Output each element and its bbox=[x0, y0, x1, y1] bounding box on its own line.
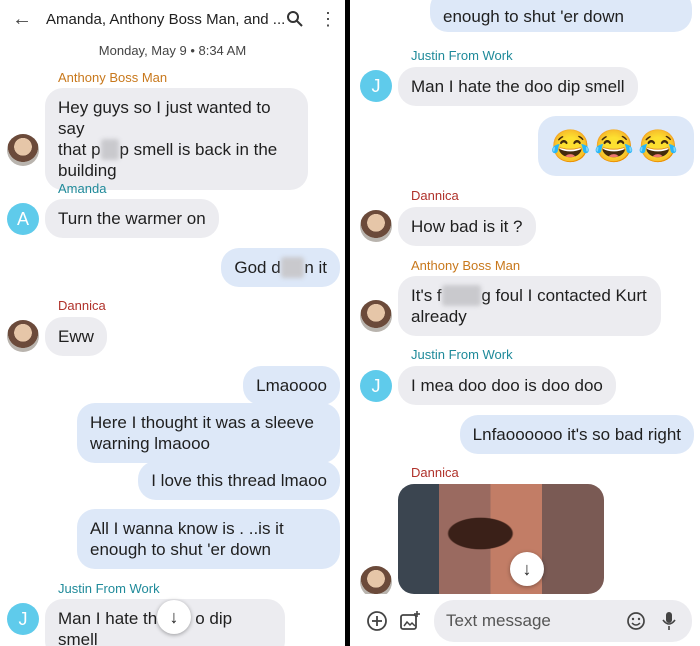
message-text: Man I hate th bbox=[58, 609, 158, 628]
redacted-text: oo bbox=[100, 139, 120, 160]
message-text: It's fucking foul I contacted Kurt bbox=[411, 285, 647, 306]
message-text: Lmaoooo bbox=[256, 376, 327, 395]
message-bubble[interactable]: How bad is it ? bbox=[398, 207, 536, 246]
message-text: Turn the warmer on bbox=[58, 209, 206, 228]
sender-name: Anthony Boss Man bbox=[411, 258, 521, 273]
message-text: enough to shut 'er down bbox=[90, 540, 271, 559]
sender-name: Amanda bbox=[58, 181, 107, 196]
message-bubble[interactable]: God damn it bbox=[221, 248, 340, 287]
mic-icon[interactable] bbox=[659, 610, 679, 632]
sender-name: Justin From Work bbox=[58, 581, 160, 596]
message-text: Hey guys so I just wanted to say bbox=[58, 98, 271, 138]
message-text: that poop smell is back in the bbox=[58, 139, 278, 160]
message-bubble[interactable]: Lmaoooo bbox=[243, 366, 340, 405]
message-text: already bbox=[411, 307, 467, 326]
redacted-text: am bbox=[280, 257, 305, 278]
message-text: All I wanna know is . ..is it bbox=[90, 519, 284, 538]
message-text: warning lmaooo bbox=[90, 434, 211, 453]
message-bubble[interactable]: 😂😂😂 bbox=[538, 116, 694, 176]
scroll-down-button[interactable]: ↓ bbox=[510, 552, 544, 586]
search-icon[interactable] bbox=[284, 8, 306, 30]
avatar[interactable] bbox=[360, 300, 392, 332]
sender-name: Justin From Work bbox=[411, 48, 513, 63]
message-input[interactable]: Text message bbox=[434, 600, 692, 642]
message-bubble[interactable]: Here I thought it was a sleeve warning l… bbox=[77, 403, 340, 463]
message-text: I love this thread lmaoo bbox=[151, 471, 327, 490]
add-circle-icon[interactable] bbox=[366, 610, 388, 632]
message-bubble[interactable]: All I wanna know is . ..is it enough to … bbox=[77, 509, 340, 569]
date-separator: Monday, May 9 • 8:34 AM bbox=[98, 43, 247, 58]
sender-name: Dannica bbox=[411, 188, 459, 203]
message-placeholder: Text message bbox=[446, 611, 551, 630]
message-bubble[interactable]: Hey guys so I just wanted to say that po… bbox=[45, 88, 308, 190]
avatar[interactable] bbox=[7, 134, 39, 166]
avatar[interactable]: J bbox=[7, 603, 39, 635]
arrow-down-icon: ↓ bbox=[169, 606, 179, 627]
message-bubble[interactable]: Turn the warmer on bbox=[45, 199, 219, 238]
message-text: God d bbox=[234, 258, 281, 277]
message-bubble[interactable]: enough to shut 'er down bbox=[430, 0, 692, 32]
avatar[interactable]: J bbox=[360, 370, 392, 402]
avatar[interactable] bbox=[7, 320, 39, 352]
message-text: How bad is it ? bbox=[411, 217, 523, 236]
message-text: Lnfaoooooo it's so bad right bbox=[472, 425, 681, 444]
sender-name: Justin From Work bbox=[411, 347, 513, 362]
sender-name: Anthony Boss Man bbox=[58, 70, 168, 85]
message-bubble[interactable]: Eww bbox=[45, 317, 107, 356]
back-arrow-icon[interactable]: ← bbox=[10, 8, 34, 30]
emoji-icon[interactable] bbox=[625, 610, 647, 632]
message-text: Man I hate the doo dip smell bbox=[411, 77, 625, 96]
right-screenshot: enough to shut 'er down Justin From Work… bbox=[350, 0, 700, 646]
message-text: enough to shut 'er down bbox=[443, 7, 624, 26]
left-screenshot: ← Amanda, Anthony Boss Man, and ... ⋮ Mo… bbox=[0, 0, 345, 646]
message-bubble[interactable]: Man I hate the doo dip smell bbox=[398, 67, 638, 106]
message-text: building bbox=[58, 161, 117, 180]
message-bubble[interactable]: It's fucking foul I contacted Kurt alrea… bbox=[398, 276, 661, 336]
message-text: Eww bbox=[58, 327, 94, 346]
sender-name: Dannica bbox=[411, 465, 459, 480]
conversation-title: Amanda, Anthony Boss Man, and ... bbox=[46, 11, 286, 28]
message-text: I mea doo doo is doo doo bbox=[411, 376, 603, 395]
message-text: n it bbox=[304, 258, 327, 277]
message-text: Here I thought it was a sleeve bbox=[90, 413, 314, 432]
arrow-down-icon: ↓ bbox=[522, 558, 532, 579]
avatar[interactable]: A bbox=[7, 203, 39, 235]
gallery-icon[interactable] bbox=[399, 610, 421, 632]
sender-name: Dannica bbox=[58, 298, 106, 313]
message-bubble[interactable]: I mea doo doo is doo doo bbox=[398, 366, 616, 405]
gif-image[interactable] bbox=[398, 484, 604, 594]
scroll-down-button[interactable]: ↓ bbox=[157, 600, 191, 634]
more-options-icon[interactable]: ⋮ bbox=[319, 8, 337, 30]
avatar[interactable] bbox=[360, 210, 392, 242]
message-text: 😂😂😂 bbox=[550, 128, 682, 164]
message-bubble[interactable]: I love this thread lmaoo bbox=[138, 461, 340, 500]
message-bubble[interactable]: Lnfaoooooo it's so bad right bbox=[459, 415, 694, 454]
redacted-text: uckin bbox=[441, 285, 482, 306]
avatar[interactable]: J bbox=[360, 70, 392, 102]
